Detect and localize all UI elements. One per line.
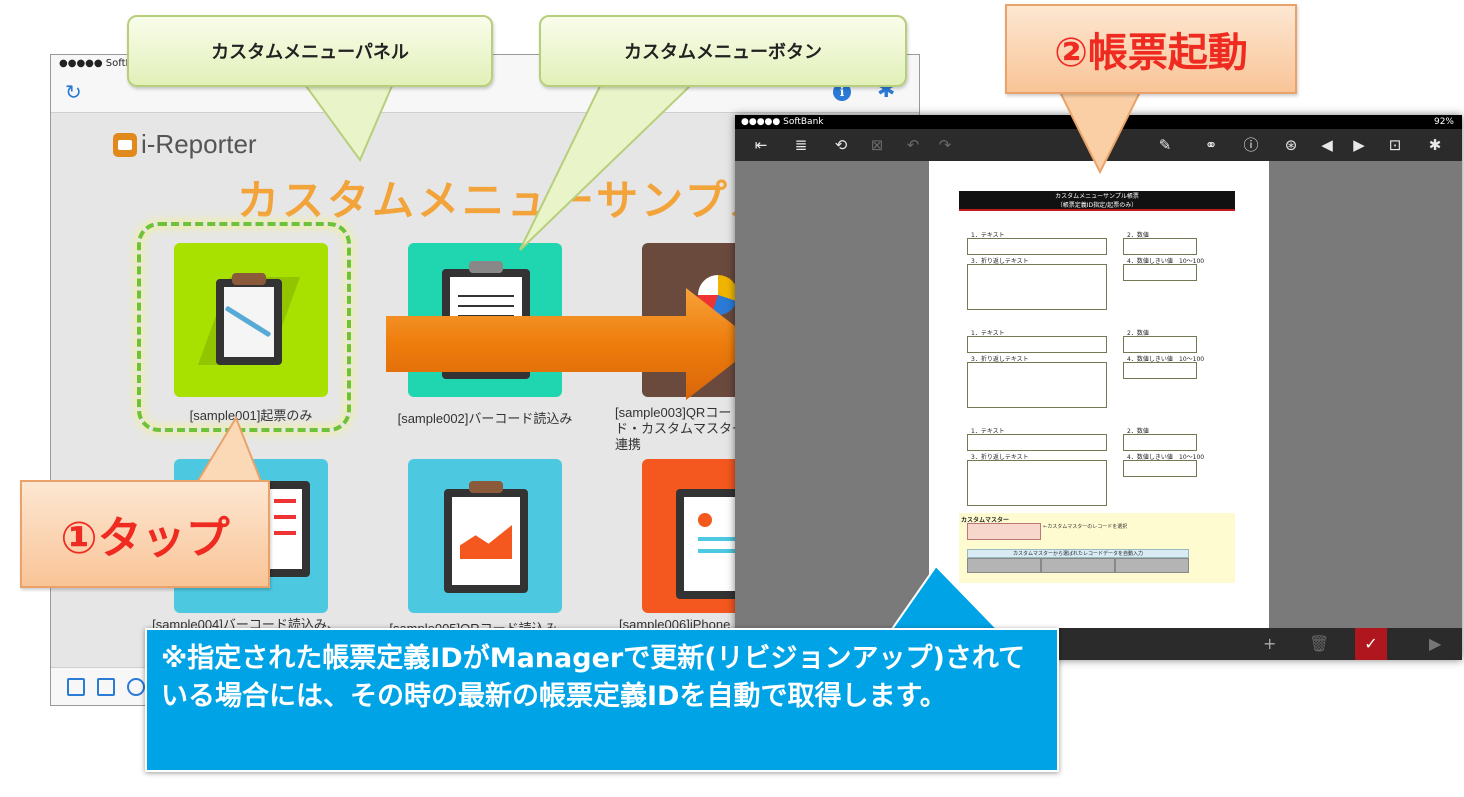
callout-text: ①タップ — [60, 513, 230, 564]
callout-text: ②帳票起動 — [1054, 30, 1248, 76]
launch-callout: ②帳票起動 — [1005, 4, 1297, 94]
callout-text: カスタムメニューパネル — [211, 42, 409, 63]
custom-menu-button-callout: カスタムメニューボタン — [539, 15, 907, 87]
note-callout: ※指定された帳票定義IDがManagerで更新(リビジョンアップ)されている場合… — [145, 628, 1059, 772]
note-text: ※指定された帳票定義IDがManagerで更新(リビジョンアップ)されている場合… — [161, 643, 1026, 712]
annotated-screenshot: ●●●●● SoftBank ↻ i ✱ i-Reporter カスタムメニュー… — [0, 0, 1464, 797]
custom-menu-panel-callout: カスタムメニューパネル — [127, 15, 493, 87]
tap-callout: ①タップ — [20, 480, 270, 588]
callout-text: カスタムメニューボタン — [624, 42, 822, 63]
